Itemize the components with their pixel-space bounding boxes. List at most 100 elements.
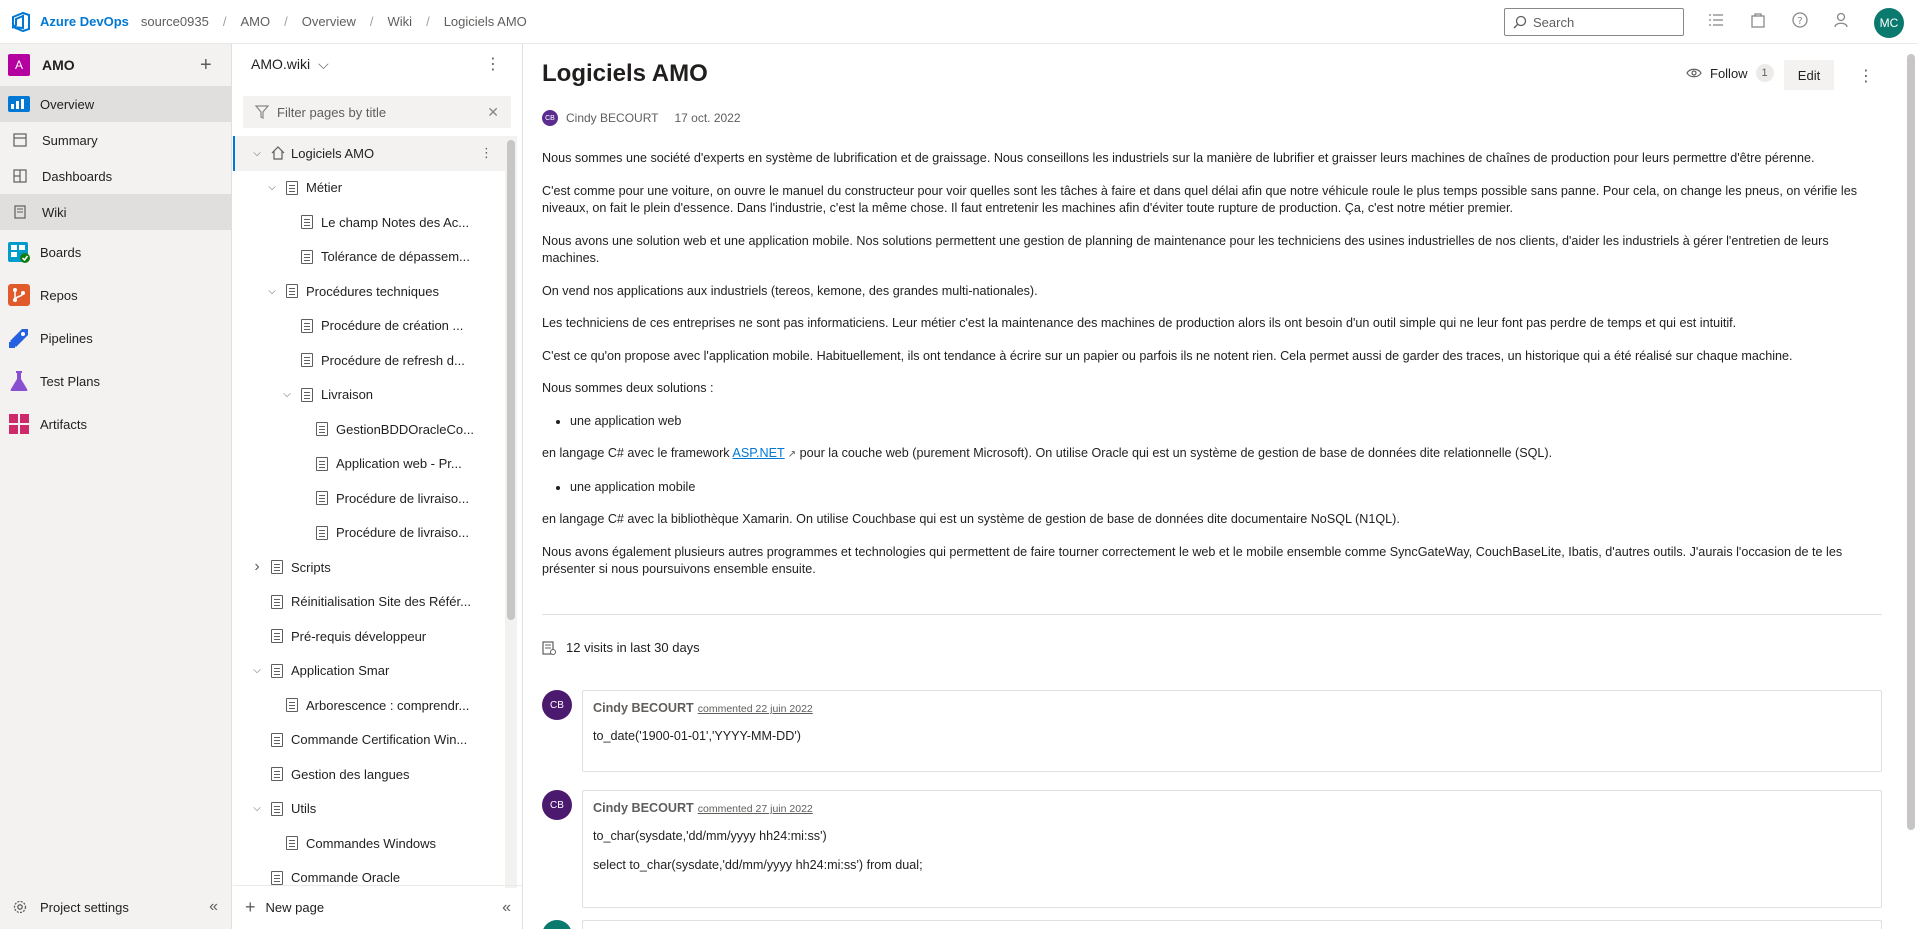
project-settings-link[interactable]: Project settings « [0, 885, 232, 929]
wiki-tree-item[interactable]: Procédure de livraiso... [233, 516, 505, 551]
tree-scroll-thumb[interactable] [507, 140, 515, 620]
nav-item-overview[interactable]: Overview [0, 86, 231, 122]
wiki-tree-item[interactable]: Commandes Windows [233, 826, 505, 861]
wiki-tree-item-label: Le champ Notes des Ac... [321, 214, 470, 230]
wiki-tree-item[interactable]: Le champ Notes des Ac... [233, 205, 505, 240]
breadcrumb-page[interactable]: Logiciels AMO [444, 14, 527, 29]
azure-devops-logo-icon[interactable] [10, 11, 32, 33]
follow-button[interactable]: Follow 1 [1686, 64, 1774, 82]
wiki-tree-item[interactable]: Tolérance de dépassem... [233, 240, 505, 275]
page-icon [316, 422, 328, 437]
wiki-tree-item[interactable]: Gestion des langues [233, 757, 505, 792]
wiki-tree-item[interactable]: Réinitialisation Site des Référ... [233, 585, 505, 620]
page-icon [316, 491, 328, 506]
clear-filter-icon[interactable]: ✕ [487, 104, 499, 121]
wiki-tree-item-label: Livraison [321, 387, 374, 403]
wiki-more-icon[interactable]: ⋮ [485, 54, 501, 74]
wiki-tree-item[interactable]: ⌵ Procédures techniques [233, 274, 505, 309]
nav-item-pipelines[interactable]: Pipelines [0, 320, 231, 356]
comment-line: to_char(sysdate,'dd/mm/yyyy hh24:mi:ss') [593, 829, 827, 843]
page-scroll-thumb[interactable] [1907, 54, 1915, 830]
boards-icon [8, 241, 30, 263]
wiki-tree-item[interactable]: Procédure de refresh d... [233, 343, 505, 378]
breadcrumb-org[interactable]: source0935 [141, 14, 209, 29]
visits-text: 12 visits in last 30 days [566, 640, 700, 655]
paragraph: Les techniciens de ces entreprises ne so… [542, 316, 1737, 330]
nav-item-test-plans[interactable]: Test Plans [0, 363, 231, 399]
page-title: Logiciels AMO [542, 60, 708, 87]
aspnet-link[interactable]: ASP.NET [732, 446, 784, 460]
wiki-selector[interactable]: AMO.wiki ⌵ [233, 44, 522, 84]
nav-item-summary[interactable]: Summary [0, 122, 231, 158]
eye-icon [1686, 68, 1702, 78]
wiki-tree-item[interactable]: GestionBDDOracleCo... [233, 412, 505, 447]
user-avatar[interactable]: MC [1874, 8, 1904, 38]
wiki-tree-item[interactable]: Commande Certification Win... [233, 723, 505, 758]
nav-item-wiki[interactable]: Wiki [0, 194, 231, 230]
comment-avatar: CB [542, 790, 572, 820]
test-plans-icon [8, 370, 30, 392]
page-icon [316, 525, 328, 540]
page-scrollbar[interactable] [1904, 44, 1918, 929]
dashboards-icon [12, 168, 28, 184]
user-settings-icon[interactable] [1832, 10, 1852, 30]
top-icons: ? [1706, 10, 1852, 30]
breadcrumb-overview[interactable]: Overview [302, 14, 356, 29]
search-input[interactable]: Search [1504, 8, 1684, 36]
tree-item-more-icon[interactable]: ⋮ [480, 145, 493, 161]
nav-item-artifacts[interactable]: Artifacts [0, 406, 231, 442]
wiki-tree-item[interactable]: ⌵ Application Smar [233, 654, 505, 689]
breadcrumb-separator: / [284, 14, 288, 29]
wiki-tree-item-label: Scripts [291, 559, 331, 575]
nav-item-dashboards[interactable]: Dashboards [0, 158, 231, 194]
brand-link[interactable]: Azure DevOps [40, 14, 129, 29]
wiki-tree-item[interactable]: ⌵ Utils [233, 792, 505, 827]
project-settings-label: Project settings [40, 899, 129, 915]
comment-body: to_date('1900-01-01','YYYY-MM-DD') [593, 729, 1871, 743]
paragraph-text: en langage C# avec le framework [542, 446, 733, 460]
wiki-tree-item[interactable]: Procédure de création ... [233, 309, 505, 344]
nav-label: Dashboards [42, 168, 113, 184]
comment-box [582, 920, 1882, 929]
plus-icon[interactable]: + [200, 54, 212, 77]
repos-icon [8, 284, 30, 306]
nav-item-repos[interactable]: Repos [0, 277, 231, 313]
breadcrumb-separator: / [369, 14, 374, 29]
page-visits[interactable]: 12 visits in last 30 days [542, 640, 700, 655]
wiki-tree-item[interactable]: Pré-requis développeur [233, 619, 505, 654]
wiki-tree-item[interactable]: › Scripts [233, 550, 505, 585]
chevron-down-icon[interactable]: ⌵ [251, 803, 263, 814]
page-icon [271, 594, 283, 609]
nav-item-boards[interactable]: Boards [0, 234, 231, 270]
list-settings-icon[interactable] [1706, 10, 1726, 30]
wiki-tree-item[interactable]: ⌵ Métier [233, 171, 505, 206]
wiki-tree-item[interactable]: Procédure de livraiso... [233, 481, 505, 516]
comment-date[interactable]: commented 27 juin 2022 [698, 803, 813, 815]
tree-scrollbar[interactable] [505, 136, 517, 888]
marketplace-icon[interactable] [1748, 10, 1768, 30]
chevron-down-icon[interactable]: ⌵ [251, 148, 263, 159]
chevron-down-icon[interactable]: ⌵ [266, 182, 278, 193]
comment-date[interactable]: commented 22 juin 2022 [698, 703, 813, 715]
project-header[interactable]: A AMO [0, 44, 231, 86]
wiki-tree-item[interactable]: Application web - Pr... [233, 447, 505, 482]
edit-button[interactable]: Edit [1784, 60, 1834, 90]
collapse-nav-icon[interactable]: « [209, 898, 218, 916]
breadcrumb-wiki[interactable]: Wiki [388, 14, 413, 29]
nav-label: Wiki [42, 204, 67, 220]
breadcrumb-project[interactable]: AMO [240, 14, 270, 29]
more-actions-icon[interactable]: ⋮ [1858, 66, 1874, 86]
filter-pages-input[interactable]: Filter pages by title ✕ [243, 96, 511, 128]
chevron-down-icon[interactable]: ⌵ [281, 389, 293, 400]
chevron-right-icon[interactable]: › [251, 558, 263, 576]
pipelines-icon [8, 327, 30, 349]
wiki-tree-item[interactable]: Arborescence : comprendr... [233, 688, 505, 723]
chevron-down-icon[interactable]: ⌵ [251, 665, 263, 676]
new-page-button[interactable]: + New page « [233, 885, 523, 929]
collapse-tree-icon[interactable]: « [502, 899, 511, 917]
wiki-tree-item-label: Utils [291, 801, 317, 817]
help-icon[interactable]: ? [1790, 10, 1810, 30]
chevron-down-icon[interactable]: ⌵ [266, 286, 278, 297]
wiki-tree-item[interactable]: ⌵ Livraison [233, 378, 505, 413]
wiki-tree-item[interactable]: ⌵ Logiciels AMO ⋮ [233, 136, 505, 171]
